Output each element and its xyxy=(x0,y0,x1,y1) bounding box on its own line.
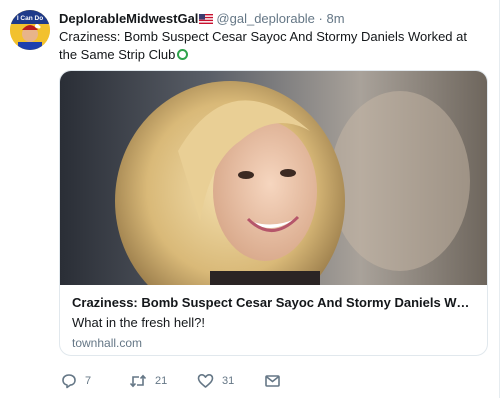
card-title[interactable]: Craziness: Bomb Suspect Cesar Sayoc And … xyxy=(72,294,477,312)
card-image[interactable] xyxy=(60,71,487,321)
tweet-timestamp[interactable]: 8m xyxy=(327,11,345,26)
tweet-header: DeplorableMidwestGal @gal_deplorable · 8m xyxy=(59,10,489,29)
us-flag-icon xyxy=(199,11,214,29)
link-card[interactable]: Craziness: Bomb Suspect Cesar Sayoc And … xyxy=(59,70,488,356)
direct-message-button[interactable] xyxy=(264,371,281,391)
display-name[interactable]: DeplorableMidwestGal xyxy=(59,11,198,26)
retweet-icon xyxy=(129,373,147,389)
like-button[interactable]: 31 xyxy=(197,371,234,391)
tweet-text: Craziness: Bomb Suspect Cesar Sayoc And … xyxy=(59,28,479,64)
reply-icon xyxy=(61,373,77,389)
card-description: What in the fresh hell?! xyxy=(72,315,205,330)
user-handle[interactable]: @gal_deplorable xyxy=(216,11,315,26)
retweet-button[interactable]: 21 xyxy=(129,371,167,391)
card-domain: townhall.com xyxy=(72,336,143,350)
tweet-actions: 7 21 31 xyxy=(59,371,479,391)
like-count: 31 xyxy=(222,375,235,387)
avatar[interactable]: I Can Do xyxy=(10,10,50,50)
avatar-caption: I Can Do xyxy=(17,15,43,22)
tweet[interactable]: I Can Do DeplorableMidwestGal @gal_deplor… xyxy=(0,0,500,398)
reply-count: 7 xyxy=(85,375,92,387)
like-icon xyxy=(197,373,214,389)
tweet-text-body: Craziness: Bomb Suspect Cesar Sayoc And … xyxy=(59,29,467,62)
retweet-count: 21 xyxy=(155,375,168,387)
green-circle-emoji xyxy=(177,49,189,60)
reply-button[interactable]: 7 xyxy=(61,371,91,391)
separator: · xyxy=(318,11,323,26)
message-icon xyxy=(264,373,281,389)
